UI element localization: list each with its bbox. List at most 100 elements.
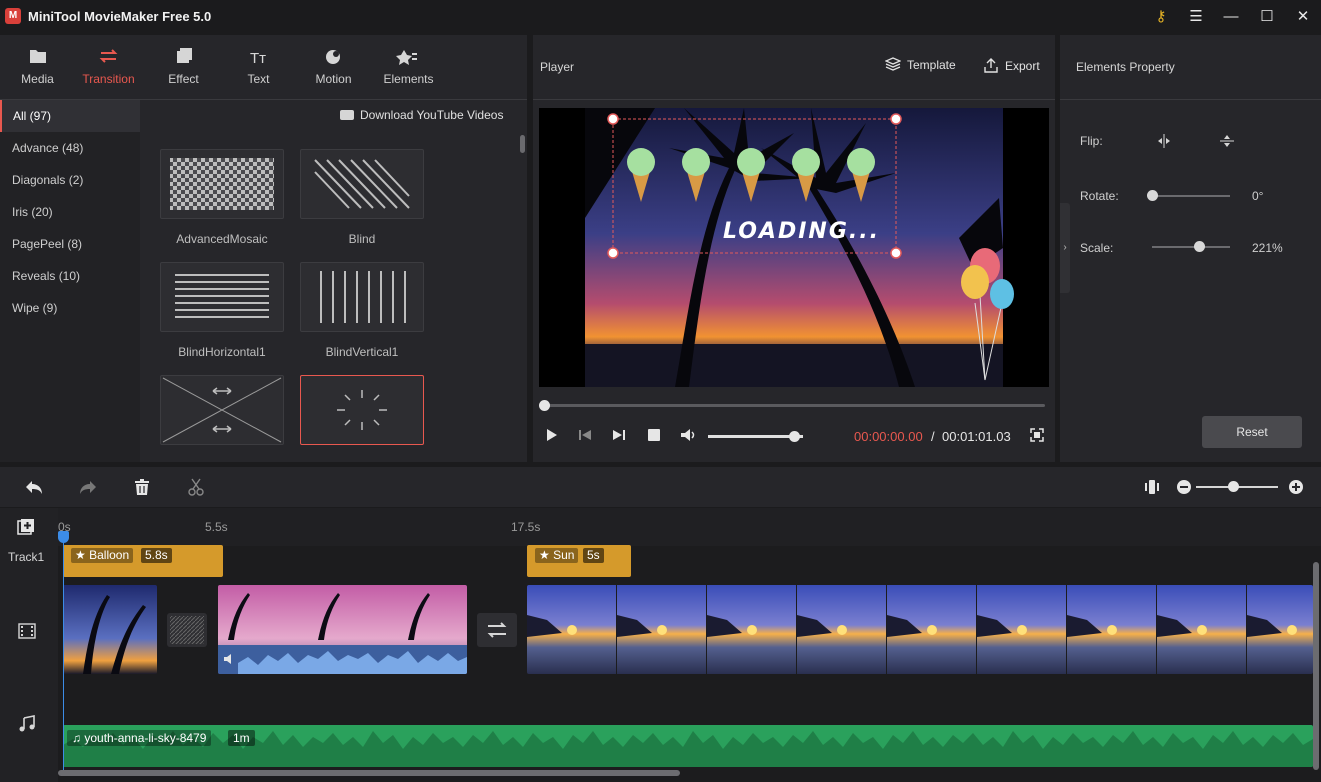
transition-slot[interactable] xyxy=(477,613,517,647)
text-icon: Tт xyxy=(221,47,296,67)
tab-label: Transition xyxy=(82,72,135,86)
next-frame-icon[interactable] xyxy=(610,426,628,444)
category-item[interactable]: Reveals (10) xyxy=(0,260,140,292)
flip-horizontal-icon[interactable] xyxy=(1156,133,1172,149)
zoom-handle[interactable] xyxy=(1227,481,1239,492)
video-preview[interactable]: LOADING... xyxy=(539,108,1049,387)
transition-label: AdvancedMosaic xyxy=(176,232,268,246)
video-clip[interactable] xyxy=(63,585,157,674)
menu-icon[interactable]: ☰ xyxy=(1184,6,1208,28)
delete-icon[interactable] xyxy=(132,477,152,497)
zoom-out-icon[interactable] xyxy=(1174,477,1194,497)
download-youtube-link[interactable]: Download YouTube Videos xyxy=(340,108,503,122)
category-item[interactable]: Advance (48) xyxy=(0,132,140,164)
time-ruler[interactable]: 0s 5.5s 17.5s xyxy=(58,508,1321,546)
rotate-handle[interactable] xyxy=(1147,190,1158,201)
scale-value: 221% xyxy=(1252,241,1283,255)
category-item[interactable]: Wipe (9) xyxy=(0,292,140,324)
flip-vertical-icon[interactable] xyxy=(1219,133,1235,149)
template-button[interactable]: Template xyxy=(884,57,956,72)
transition-thumb-selected[interactable] xyxy=(300,375,424,445)
audio-clip[interactable]: ♫ youth-anna-li-sky-8479 1m xyxy=(63,725,1313,767)
scale-slider[interactable] xyxy=(1152,246,1230,248)
key-icon[interactable]: ⚷ xyxy=(1149,6,1173,28)
burst-icon xyxy=(337,390,387,430)
mosaic-icon xyxy=(170,158,274,210)
seek-bar[interactable] xyxy=(543,404,1045,407)
tab-media[interactable]: Media xyxy=(0,35,75,99)
tab-label: Motion xyxy=(315,72,352,86)
category-item[interactable]: All (97) xyxy=(0,100,140,132)
transition-thumb[interactable] xyxy=(300,149,424,219)
x-arrows-icon xyxy=(162,377,282,443)
add-track-icon[interactable] xyxy=(17,518,35,536)
track-headers: Track1 xyxy=(0,508,58,782)
export-icon xyxy=(983,57,999,73)
scale-handle[interactable] xyxy=(1193,241,1205,252)
video-clip[interactable] xyxy=(218,585,467,674)
vertical-lines-icon xyxy=(320,271,406,323)
overlay-text: LOADING... xyxy=(723,219,880,244)
fullscreen-icon[interactable] xyxy=(1028,426,1046,444)
tab-motion[interactable]: Motion xyxy=(296,35,371,99)
element-clip-name: ★ Balloon xyxy=(71,548,134,563)
scale-label: Scale: xyxy=(1080,241,1114,255)
tab-effect[interactable]: Effect xyxy=(146,35,221,99)
divider xyxy=(1060,99,1321,100)
tab-transition[interactable]: Transition xyxy=(71,35,146,99)
reset-button[interactable]: Reset xyxy=(1202,416,1302,448)
scissors-icon[interactable] xyxy=(186,477,206,497)
undo-icon[interactable] xyxy=(24,477,44,497)
element-clip-duration: 5.8s xyxy=(141,548,172,563)
rotate-slider[interactable] xyxy=(1152,195,1230,197)
track1-label: Track1 xyxy=(8,550,45,564)
playhead-handle[interactable] xyxy=(58,531,69,543)
transition-thumb[interactable] xyxy=(300,262,424,332)
library-scrollbar[interactable] xyxy=(520,135,525,153)
element-star-icon: ★ xyxy=(539,548,554,562)
current-time: 00:00:00.00 xyxy=(854,429,923,444)
fit-timeline-icon[interactable] xyxy=(1142,477,1162,497)
transition-thumb[interactable] xyxy=(160,375,284,445)
seek-handle[interactable] xyxy=(539,400,550,411)
element-clip-balloon[interactable]: ★ Balloon 5.8s xyxy=(63,545,223,577)
transition-swap-icon xyxy=(487,622,507,638)
maximize-icon[interactable]: ☐ xyxy=(1255,6,1279,28)
download-youtube-label: Download YouTube Videos xyxy=(360,108,504,122)
divider xyxy=(533,99,1055,100)
app-logo-icon: M xyxy=(5,8,21,24)
properties-title: Elements Property xyxy=(1076,60,1175,74)
volume-handle[interactable] xyxy=(788,431,800,442)
timeline-horizontal-scrollbar[interactable] xyxy=(58,770,680,776)
collapse-panel-chevron-icon[interactable]: › xyxy=(1060,203,1070,293)
template-label: Template xyxy=(907,58,956,72)
close-icon[interactable]: ✕ xyxy=(1291,6,1315,28)
transition-thumb[interactable] xyxy=(160,149,284,219)
play-icon[interactable] xyxy=(542,426,560,444)
transition-label: BlindVertical1 xyxy=(325,345,399,359)
time-separator: / xyxy=(931,429,935,444)
volume-icon[interactable] xyxy=(679,426,697,444)
video-clip[interactable] xyxy=(527,585,1313,674)
zoom-in-icon[interactable] xyxy=(1286,477,1306,497)
transition-slot[interactable] xyxy=(167,613,207,647)
previous-frame-icon[interactable] xyxy=(576,426,594,444)
category-item[interactable]: Diagonals (2) xyxy=(0,164,140,196)
category-item[interactable]: Iris (20) xyxy=(0,196,140,228)
audio-clip-label: youth-anna-li-sky-8479 xyxy=(84,731,207,745)
category-item[interactable]: PagePeel (8) xyxy=(0,228,140,260)
element-star-icon: ★ xyxy=(75,548,90,562)
transition-thumb[interactable] xyxy=(160,262,284,332)
motion-icon xyxy=(296,47,371,65)
stop-icon[interactable] xyxy=(645,426,663,444)
minimize-icon[interactable]: — xyxy=(1219,6,1243,28)
tab-elements[interactable]: Elements xyxy=(371,35,446,99)
playhead[interactable] xyxy=(63,535,64,775)
tab-text[interactable]: Tт Text xyxy=(221,35,296,99)
layers-icon xyxy=(884,57,902,71)
redo-icon[interactable] xyxy=(78,477,98,497)
export-label: Export xyxy=(1005,59,1040,73)
export-button[interactable]: Export xyxy=(983,57,1040,73)
element-clip-sun[interactable]: ★ Sun 5s xyxy=(527,545,631,577)
timeline-vertical-scrollbar[interactable] xyxy=(1313,562,1319,770)
